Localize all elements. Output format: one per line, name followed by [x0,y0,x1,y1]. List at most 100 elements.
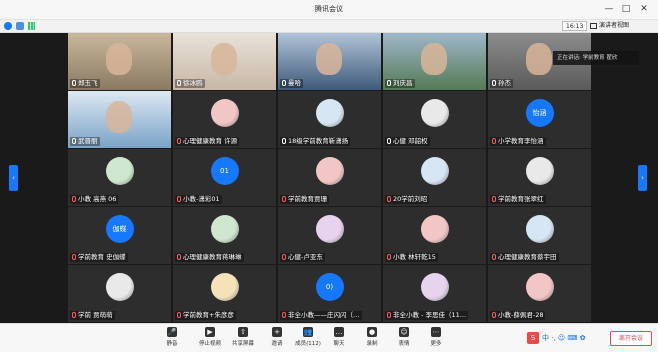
next-page-button[interactable]: › [638,165,647,191]
participant-name-text: 心健-卢亚东 [288,253,323,261]
participant-tile[interactable]: 0) 非全小教——庄闪闪（… [278,265,381,322]
mic-icon: 🎤 [167,327,177,337]
mic-muted-icon [72,312,76,318]
signal-icon[interactable] [28,22,35,30]
participant-tile[interactable]: 心理健康教育蒋琳琳 [173,207,276,264]
participant-tile[interactable]: 非全小教 - 李思佳（11… [383,265,486,322]
mic-muted-icon [492,138,496,144]
participant-tile[interactable]: 曼哈 [278,33,381,90]
participant-name: 心健-卢亚东 [280,253,325,262]
participant-avatar: 0) [315,273,344,301]
participant-name-text: 心健 邓韶权 [393,137,428,145]
participant-tile[interactable]: 18级学前教育靳潇扬 [278,91,381,148]
participant-name-text: 心理健康教育蒋琳琳 [183,253,242,261]
participant-avatar: 怡涵 [525,99,554,127]
maximize-button[interactable]: □ [619,3,633,15]
participant-tile[interactable]: 学前教育张翠红 [488,149,591,206]
participant-tile[interactable]: 刘庆昌 [383,33,486,90]
mic-button[interactable]: 🎤 静音 [152,327,192,347]
participant-video [316,43,342,75]
participant-tile[interactable]: 学前 贾萌萌 [68,265,171,322]
participant-tile[interactable]: 20学前刘昭 [383,149,486,206]
participant-tile[interactable]: 小教 高燕 06 [68,149,171,206]
sogou-ime-icon: S [527,332,539,344]
control-label: 更多 [430,341,442,347]
participant-tile[interactable]: 学前教育贾珊 [278,149,381,206]
mic-muted-icon [177,254,181,260]
participant-tile[interactable]: 小教 林轩乾15 [383,207,486,264]
record-icon: ● [367,327,377,337]
participant-grid: 郑玉飞 徐冰鸥 曼哈 刘庆昌 孙杰武晋丽 心理健康教育 许源 18级学前教育靳潇扬 心健 邓韶… [68,33,591,323]
mic-muted-icon [282,254,286,260]
mic-muted-icon [72,196,76,202]
participant-name-text: 小教-薛佩君-28 [498,311,544,319]
participant-name: 20学前刘昭 [385,195,430,204]
participant-name: 曼哈 [280,79,303,88]
participant-name: 学前教育+朱彦彦 [175,311,236,320]
participant-avatar [210,215,239,243]
participant-name-text: 小教 林轩乾15 [393,253,436,261]
participant-name: 武晋丽 [70,137,100,146]
participant-name-text: 心理健康教育 许源 [183,137,238,145]
participant-name: 18级学前教育靳潇扬 [280,137,351,146]
meeting-controls: 🎤 静音 ▶ 停止视频 ⇧ 共享屏幕 + 邀请 👥 成员(112)… 聊天 ● 录制 ☺ 表情 ⋯ 更多 S中 … [0,323,658,352]
ime-toolbar[interactable]: S中 ·, ☺ ⌨ ✿ [527,332,586,345]
mic-icon [72,138,76,144]
participant-video [526,43,552,75]
participant-name-text: 20学前刘昭 [393,195,428,203]
participant-name-text: 学前教育贾珊 [288,195,327,203]
participant-avatar [525,215,554,243]
participant-name: 郑玉飞 [70,79,100,88]
participant-name-text: 18级学前教育靳潇扬 [288,137,349,145]
participant-name-text: 武晋丽 [78,137,98,145]
participant-tile[interactable]: 徐冰鸥 [173,33,276,90]
participant-name-text: 徐冰鸥 [183,79,203,87]
participant-tile[interactable]: 心理健康教育蔡宇田 [488,207,591,264]
close-button[interactable]: ✕ [637,3,651,15]
camera-icon: ▶ [205,327,215,337]
participant-name-text: 小教 高燕 06 [78,195,117,203]
info-icon[interactable] [4,22,12,30]
participant-name-text: 学前教育 史伽蝶 [78,253,126,261]
shield-icon[interactable] [16,22,24,30]
speaker-view-button[interactable]: 演讲者视图 [590,21,629,31]
speaker-view-label: 演讲者视图 [599,22,630,29]
title-bar: 腾讯会议 — □ ✕ [0,0,658,20]
ime-language-label: 中 [542,334,549,342]
leave-meeting-button[interactable]: 离开会议 [610,331,652,346]
share-screen-icon: ⇧ [238,327,248,337]
minimize-button[interactable]: — [602,3,616,15]
participant-tile[interactable]: 伽蝶学前教育 史伽蝶 [68,207,171,264]
participant-name: 心理健康教育蔡宇田 [490,253,559,262]
participant-name-text: 心理健康教育蔡宇田 [498,253,557,261]
more-button[interactable]: ⋯ 更多 [416,327,456,347]
participant-name: 刘庆昌 [385,79,415,88]
participant-tile[interactable]: 心健 邓韶权 [383,91,486,148]
participant-avatar [105,273,134,301]
participant-name-text: 孙杰 [498,79,511,87]
participant-tile[interactable]: 怡涵小学教育李怡涵 [488,91,591,148]
participant-tile[interactable]: 01 小教-潇彩01 [173,149,276,206]
participant-name: 学前教育贾珊 [280,195,329,204]
emoji-icon: ☺ [399,327,409,337]
participant-name-text: 学前 贾萌萌 [78,311,113,319]
participant-tile[interactable]: 郑玉飞 [68,33,171,90]
participant-name: 心理健康教育 许源 [175,137,240,146]
mic-icon [387,80,391,86]
participant-tile[interactable]: 武晋丽 [68,91,171,148]
chat-icon: … [334,327,344,337]
participant-avatar: 伽蝶 [105,215,134,243]
participant-tile[interactable]: 小教-薛佩君-28 [488,265,591,322]
meeting-toolbar: 16:13 演讲者视图 [0,20,658,33]
participant-tile[interactable]: 心理健康教育 许源 [173,91,276,148]
participant-name-text: 小学教育李怡涵 [498,137,544,145]
participant-tile[interactable]: 心健-卢亚东 [278,207,381,264]
participant-name: 孙杰 [490,79,513,88]
participant-tile[interactable]: 学前教育+朱彦彦 [173,265,276,322]
participant-avatar: 01 [210,157,239,185]
participant-avatar [420,273,449,301]
participant-name: 学前 贾萌萌 [70,311,115,320]
participant-name: 心健 邓韶权 [385,137,430,146]
prev-page-button[interactable]: ‹ [9,165,18,191]
mic-muted-icon [387,196,391,202]
